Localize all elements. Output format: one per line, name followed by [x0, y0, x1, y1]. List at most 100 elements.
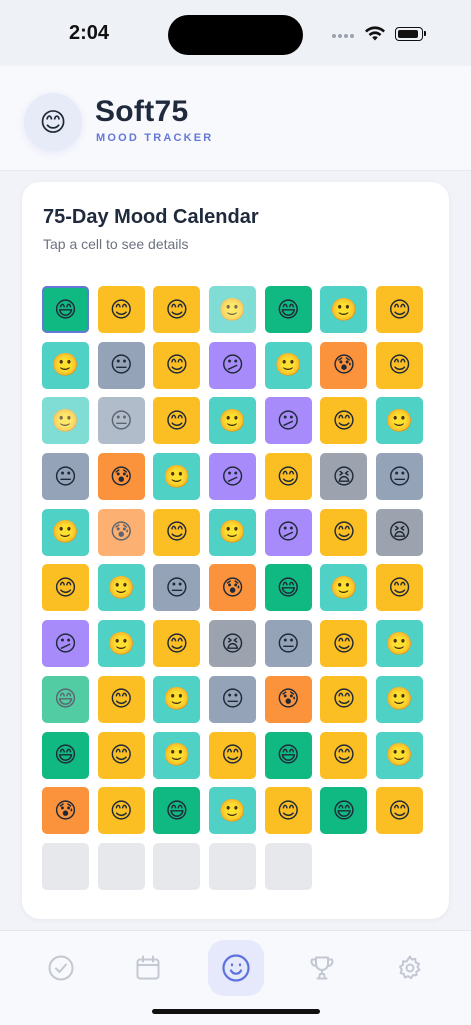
day-cell[interactable]: 🙂	[376, 397, 424, 445]
app-logo: 😊	[24, 93, 82, 151]
day-cell[interactable]: 😊	[320, 508, 368, 556]
day-cell[interactable]: 😊	[376, 564, 424, 612]
gear-icon	[398, 955, 421, 980]
day-cell[interactable]: 😊	[153, 620, 201, 668]
day-cell[interactable]: 🙂	[42, 508, 89, 556]
day-cell[interactable]: 😕	[209, 453, 257, 501]
day-cell[interactable]: 😐	[97, 341, 145, 389]
tab-calendar[interactable]	[120, 940, 176, 996]
wifi-icon	[365, 26, 385, 41]
day-cell[interactable]: 😊	[376, 286, 424, 333]
tab-achievements[interactable]	[294, 940, 350, 996]
day-cell-empty[interactable]	[264, 842, 312, 890]
status-time: 2:04	[69, 22, 110, 44]
day-cell[interactable]: 🙂	[209, 787, 257, 835]
day-cell[interactable]: 😊	[153, 397, 201, 445]
tab-checklist[interactable]	[33, 940, 89, 996]
day-cell[interactable]: 😕	[42, 620, 89, 668]
day-cell[interactable]: 😰	[97, 453, 145, 501]
day-cell[interactable]: 😐	[264, 620, 312, 668]
day-cell[interactable]: 😊	[320, 397, 368, 445]
day-cell[interactable]: 🙂	[153, 453, 201, 501]
status-bar: 2:04	[0, 0, 471, 66]
day-cell[interactable]: 😊	[376, 787, 424, 835]
day-cell[interactable]: 😄	[264, 731, 312, 779]
day-cell[interactable]: 😊	[153, 508, 201, 556]
day-cell[interactable]: 😫	[376, 508, 424, 556]
day-cell[interactable]: 😰	[42, 787, 89, 835]
day-cell[interactable]: 🙂	[320, 286, 368, 333]
day-cell[interactable]: 😊	[209, 731, 257, 779]
day-cell[interactable]: 😰	[209, 564, 257, 612]
day-cell[interactable]: 😐	[209, 675, 257, 723]
day-cell[interactable]: 😊	[153, 341, 201, 389]
day-cell[interactable]: 🙂	[42, 341, 89, 389]
day-cell[interactable]: 😐	[42, 453, 89, 501]
day-cell[interactable]: 😊	[320, 675, 368, 723]
day-cell[interactable]: 😊	[42, 564, 89, 612]
day-cell[interactable]: 🙂	[42, 397, 89, 445]
day-cell[interactable]: 😰	[97, 508, 145, 556]
day-cell[interactable]: 🙂	[153, 731, 201, 779]
trophy-icon	[310, 956, 334, 980]
day-cell[interactable]: 😊	[97, 787, 145, 835]
calendar-icon	[136, 955, 160, 980]
day-cell[interactable]: 😐	[376, 453, 424, 501]
day-cell[interactable]: 🙂	[264, 341, 312, 389]
day-cell-empty[interactable]	[42, 842, 89, 890]
mood-grid: 😄 😊 😊 🙂 😄 🙂 😊 🙂 😐 😊 😕 🙂 😰 😊 🙂 😐 😊 🙂 😕 😊 🙂 😐 😰 🙂 😕 😊 😫 😐 🙂 😰 😊 🙂 😕 😊 😫 😊 🙂 😐 😰 😄…	[42, 286, 424, 890]
day-cell[interactable]: 😐	[97, 397, 145, 445]
day-cell-empty[interactable]	[209, 842, 257, 890]
day-cell[interactable]: 😰	[320, 341, 368, 389]
day-cell[interactable]: 😄	[42, 286, 89, 333]
day-cell[interactable]: 🙂	[376, 675, 424, 723]
day-cell[interactable]: 😄	[42, 731, 89, 779]
day-cell[interactable]: 😄	[264, 286, 312, 333]
day-cell-empty[interactable]	[97, 842, 145, 890]
day-cell[interactable]: 😊	[153, 286, 201, 333]
day-cell[interactable]: 😊	[320, 620, 368, 668]
day-cell[interactable]: 😊	[264, 787, 312, 835]
day-cell[interactable]: 🙂	[320, 564, 368, 612]
day-cell[interactable]: 😫	[209, 620, 257, 668]
day-cell[interactable]: 😐	[153, 564, 201, 612]
app-subtitle: MOOD TRACKER	[96, 132, 214, 144]
day-cell[interactable]: 🙂	[209, 508, 257, 556]
day-cell[interactable]: 🙂	[376, 620, 424, 668]
check-circle-icon	[48, 955, 74, 981]
day-cell[interactable]: 😊	[264, 453, 312, 501]
calendar-hint: Tap a cell to see details	[43, 236, 189, 252]
day-cell[interactable]: 😊	[97, 731, 145, 779]
day-cell[interactable]: 😊	[97, 286, 145, 333]
calendar-title: 75-Day Mood Calendar	[43, 206, 259, 228]
day-cell[interactable]: 😊	[97, 675, 145, 723]
battery-icon	[395, 27, 426, 41]
mood-calendar-card: 75-Day Mood Calendar Tap a cell to see d…	[22, 182, 449, 919]
tab-settings[interactable]	[382, 940, 438, 996]
app-header: 😊 Soft75 MOOD TRACKER	[0, 66, 471, 171]
day-cell[interactable]: 🙂	[97, 620, 145, 668]
day-cell[interactable]: 😊	[376, 341, 424, 389]
app-title: Soft75	[95, 95, 189, 128]
day-cell[interactable]: 🙂	[376, 731, 424, 779]
home-indicator	[152, 1009, 320, 1014]
day-cell[interactable]: 😄	[264, 564, 312, 612]
day-cell[interactable]: 😄	[153, 787, 201, 835]
day-cell[interactable]: 😄	[42, 675, 89, 723]
day-cell[interactable]: 😕	[264, 508, 312, 556]
day-cell[interactable]: 🙂	[153, 675, 201, 723]
smiley-icon	[222, 954, 250, 982]
day-cell[interactable]: 🙂	[209, 286, 257, 333]
day-cell[interactable]: 😰	[264, 675, 312, 723]
day-cell[interactable]: 😕	[209, 341, 257, 389]
dynamic-island	[168, 15, 303, 55]
day-cell[interactable]: 🙂	[209, 397, 257, 445]
day-cell[interactable]: 😕	[264, 397, 312, 445]
signal-icon	[332, 34, 354, 38]
day-cell-empty[interactable]	[153, 842, 201, 890]
day-cell[interactable]: 😫	[320, 453, 368, 501]
day-cell[interactable]: 😊	[320, 731, 368, 779]
day-cell[interactable]: 🙂	[97, 564, 145, 612]
tab-mood[interactable]	[208, 940, 264, 996]
day-cell[interactable]: 😄	[320, 787, 368, 835]
